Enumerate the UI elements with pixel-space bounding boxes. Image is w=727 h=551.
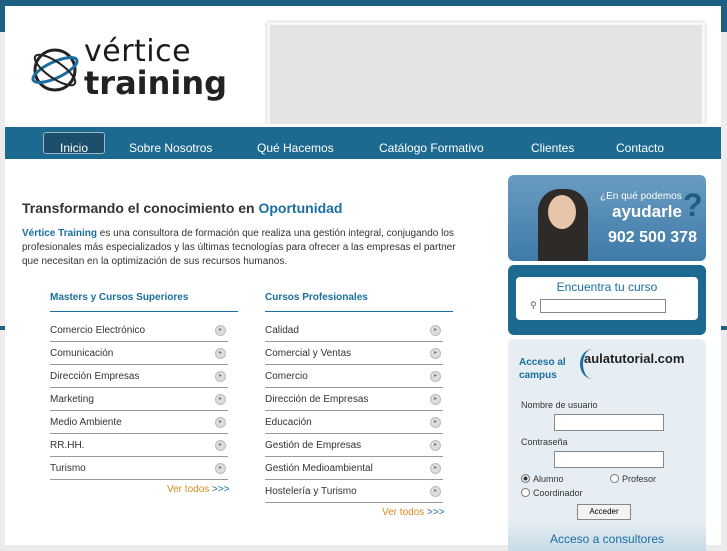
logo-line2: training: [84, 64, 228, 102]
username-label: Nombre de usuario: [521, 400, 598, 410]
heading-highlight: Oportunidad: [258, 200, 343, 216]
col2-title: Cursos Profesionales: [265, 292, 368, 303]
header: vértice training: [5, 6, 721, 128]
col1-list: Comercio Electrónico ▸ Comunicación ▸ Dire…: [50, 319, 228, 480]
list-item[interactable]: Dirección Empresas ▸: [50, 365, 228, 388]
help-ayudarle: ayudarle: [612, 202, 682, 221]
col2-ver-todos-link[interactable]: Ver todos >>>: [382, 507, 445, 518]
intro-brand: Vértice Training: [22, 228, 98, 239]
chevron-right-icon: ▸: [430, 463, 441, 474]
chevron-right-icon: ▸: [215, 394, 226, 405]
chevron-right-icon: ▸: [215, 371, 226, 382]
main-nav: Inicio Sobre Nosotros Qué Hacemos Catálo…: [5, 124, 721, 159]
list-item[interactable]: Calidad ▸: [265, 319, 443, 342]
chevron-right-icon: ▸: [215, 417, 226, 428]
list-item[interactable]: Dirección de Empresas ▸: [265, 388, 443, 411]
aula-logo: aulatutorial.com: [584, 351, 685, 366]
col1-divider: [50, 311, 238, 312]
acceder-button[interactable]: Acceder: [577, 504, 631, 520]
search-icon: ⚲: [530, 300, 537, 310]
page: vértice training Inicio Sobre Nosotros Q…: [5, 6, 721, 551]
nav-item-inicio[interactable]: Inicio: [60, 141, 88, 155]
chevron-right-icon: ▸: [430, 486, 441, 497]
globe-logo-icon: [31, 48, 79, 92]
list-item[interactable]: Medio Ambiente ▸: [50, 411, 228, 434]
list-item[interactable]: Comercio ▸: [265, 365, 443, 388]
list-item[interactable]: Turismo ▸: [50, 457, 228, 480]
chevron-right-icon: ▸: [215, 325, 226, 336]
nav-item-que-hacemos[interactable]: Qué Hacemos: [257, 141, 334, 155]
chevron-right-icon: ▸: [430, 325, 441, 336]
consultants-label: Acceso a consultores: [549, 532, 665, 546]
list-item[interactable]: Educación ▸: [265, 411, 443, 434]
campus-title: Acceso al campus: [519, 357, 566, 381]
list-item[interactable]: RR.HH. ▸: [50, 434, 228, 457]
course-search-inner: Encuentra tu curso ⚲: [516, 277, 698, 320]
nav-item-contacto[interactable]: Contacto: [616, 141, 664, 155]
chevron-right-icon: ▸: [430, 348, 441, 359]
password-field[interactable]: [554, 451, 664, 468]
logo[interactable]: vértice training: [29, 30, 227, 110]
chevron-right-icon: ▸: [430, 371, 441, 382]
list-item[interactable]: Comercial y Ventas ▸: [265, 342, 443, 365]
list-item[interactable]: Hostelería y Turismo ▸: [265, 480, 443, 503]
course-search-box: Encuentra tu curso ⚲: [508, 265, 706, 335]
help-banner[interactable]: ¿En qué podemos ayudarle ? 902 500 378: [508, 175, 706, 261]
nav-item-sobre-nosotros[interactable]: Sobre Nosotros: [129, 141, 212, 155]
list-item[interactable]: Comercio Electrónico ▸: [50, 319, 228, 342]
person-face: [548, 195, 576, 229]
nav-item-clientes[interactable]: Clientes: [531, 141, 574, 155]
chevron-right-icon: ▸: [215, 348, 226, 359]
campus-login: Acceso al campus aulatutorial.com Nombre…: [508, 339, 706, 527]
chevron-right-icon: ▸: [215, 463, 226, 474]
intro-text: Vértice Training es una consultora de fo…: [22, 227, 467, 269]
chevron-right-icon: ▸: [430, 417, 441, 428]
list-item[interactable]: Marketing ▸: [50, 388, 228, 411]
chevron-right-icon: ▸: [215, 440, 226, 451]
username-field[interactable]: [554, 414, 664, 431]
role-coordinador-radio[interactable]: Coordinador: [521, 488, 583, 498]
radio-checked-icon: [521, 474, 530, 483]
role-profesor-radio[interactable]: Profesor: [610, 474, 656, 484]
course-search-title: Encuentra tu curso: [556, 280, 658, 294]
list-item[interactable]: Gestión de Empresas ▸: [265, 434, 443, 457]
col1-title: Masters y Cursos Superiores: [50, 292, 189, 303]
role-alumno-radio[interactable]: Alumno: [521, 474, 564, 484]
list-item[interactable]: Gestión Medioambiental ▸: [265, 457, 443, 480]
chevron-right-icon: ▸: [430, 440, 441, 451]
chevron-right-icon: ▸: [430, 394, 441, 405]
col2-list: Calidad ▸ Comercial y Ventas ▸ Comercio ▸ D…: [265, 319, 443, 503]
heading-text: Transformando el conocimiento en: [22, 200, 259, 216]
radio-icon: [610, 474, 619, 483]
col2-divider: [265, 311, 453, 312]
consultants-access[interactable]: Acceso a consultores: [508, 521, 706, 551]
list-item[interactable]: Comunicación ▸: [50, 342, 228, 365]
question-mark-icon: ?: [683, 187, 703, 223]
help-phone: 902 500 378: [608, 229, 697, 246]
radio-icon: [521, 488, 530, 497]
help-question: ¿En qué podemos: [600, 191, 682, 202]
course-search-input[interactable]: [540, 299, 666, 313]
right-band: [721, 326, 727, 330]
nav-item-catalogo-formativo[interactable]: Catálogo Formativo: [379, 141, 484, 155]
page-heading: Transformando el conocimiento en Oportun…: [22, 200, 342, 216]
password-label: Contraseña: [521, 437, 568, 447]
header-banner: [267, 22, 705, 128]
col1-ver-todos-link[interactable]: Ver todos >>>: [167, 484, 230, 495]
